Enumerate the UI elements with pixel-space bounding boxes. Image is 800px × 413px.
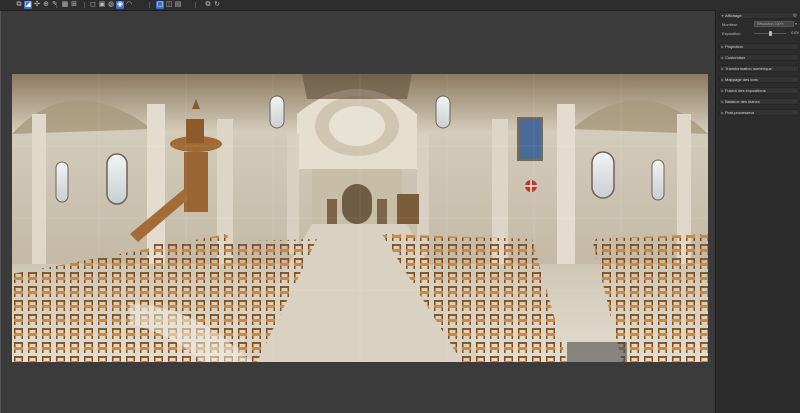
toolbar-separator xyxy=(84,2,85,8)
view-single-icon[interactable]: ▢ xyxy=(156,1,164,9)
section-header-label: Fusion des expositions xyxy=(725,88,766,93)
exposure-slider-knob[interactable] xyxy=(768,31,772,36)
monitor-label: Moniteur xyxy=(722,22,738,27)
layers-icon[interactable]: ⧉ xyxy=(15,1,23,9)
section-header-label: Post-processeur xyxy=(725,110,755,115)
section-header-label: Customiser xyxy=(725,55,746,60)
exposure-slider[interactable] xyxy=(754,31,786,36)
wand-icon[interactable]: ✎ xyxy=(51,1,59,9)
section-header[interactable]: ▸ Customiser · xyxy=(719,54,799,61)
section-header-label: Mappage des tons xyxy=(725,77,758,82)
gear-icon[interactable]: ⚙ xyxy=(792,13,798,19)
exposure-label: Exposition xyxy=(722,31,741,36)
eye-icon[interactable]: ◠ xyxy=(125,1,133,9)
frame-icon[interactable]: ◻ xyxy=(89,1,97,9)
toolbar-separator xyxy=(56,2,57,8)
grid-icon[interactable]: ▦ xyxy=(61,1,69,9)
toolbar-separator xyxy=(195,2,196,8)
panorama-image[interactable] xyxy=(12,74,708,362)
view-split-icon[interactable]: ◫ xyxy=(165,1,173,9)
section-header-label: Transformation numérique xyxy=(725,66,772,71)
globe-icon[interactable]: ◉ xyxy=(116,1,124,9)
exposure-value[interactable]: 0 EV xyxy=(788,30,799,36)
copy-icon[interactable]: ⧉ xyxy=(204,1,212,9)
section-header[interactable]: ▸ Mappage des tons · xyxy=(719,76,799,83)
exposure-row: Exposition 0 EV xyxy=(722,30,799,37)
zoom-icon[interactable]: ⊕ xyxy=(42,1,50,9)
toolbar-separator xyxy=(149,2,150,8)
canvas-edge xyxy=(0,11,1,413)
toggle-icon[interactable]: · xyxy=(792,77,798,83)
section-header[interactable]: ▸ Projection · xyxy=(719,43,799,50)
crop-icon[interactable]: ▣ xyxy=(98,1,106,9)
section-header[interactable]: ▸ Balance des blancs · xyxy=(719,98,799,105)
settings-panel: ▾ Affichage ⚙ Moniteur Résolution 100% ▾… xyxy=(715,10,800,413)
toggle-icon[interactable]: · xyxy=(792,44,798,50)
monitor-row: Moniteur Résolution 100% ▾ xyxy=(722,21,799,28)
toggle-icon[interactable]: · xyxy=(792,110,798,116)
sphere-icon[interactable]: ◍ xyxy=(107,1,115,9)
link-icon[interactable]: ⊞ xyxy=(70,1,78,9)
select-icon[interactable]: ◪ xyxy=(24,1,32,9)
toggle-icon[interactable]: · xyxy=(792,88,798,94)
section-header-label: Balance des blancs xyxy=(725,99,760,104)
section-header[interactable]: ▸ Fusion des expositions · xyxy=(719,87,799,94)
section-header[interactable]: ▸ Post-processeur · xyxy=(719,109,799,116)
toggle-icon[interactable]: · xyxy=(792,66,798,72)
section-display-label: Affichage xyxy=(725,13,742,18)
section-header[interactable]: ▸ Transformation numérique · xyxy=(719,65,799,72)
chevron-down-icon[interactable]: ▾ xyxy=(795,21,799,27)
move-icon[interactable]: ✣ xyxy=(33,1,41,9)
toggle-icon[interactable]: · xyxy=(792,55,798,61)
monitor-select[interactable]: Résolution 100% xyxy=(754,21,794,27)
toggle-icon[interactable]: · xyxy=(792,99,798,105)
section-header-label: Projection xyxy=(725,44,743,49)
main-toolbar: ⧉ ◪ ✣ ⊕ ✎ ▦ ⊞ ◻ ▣ ◍ ◉ ◠ ▢ ◫ ▤ ⧉ ↻ xyxy=(0,0,800,11)
section-display[interactable]: ▾ Affichage ⚙ xyxy=(719,12,799,19)
info-icon[interactable]: ▤ xyxy=(174,1,182,9)
refresh-icon[interactable]: ↻ xyxy=(213,1,221,9)
